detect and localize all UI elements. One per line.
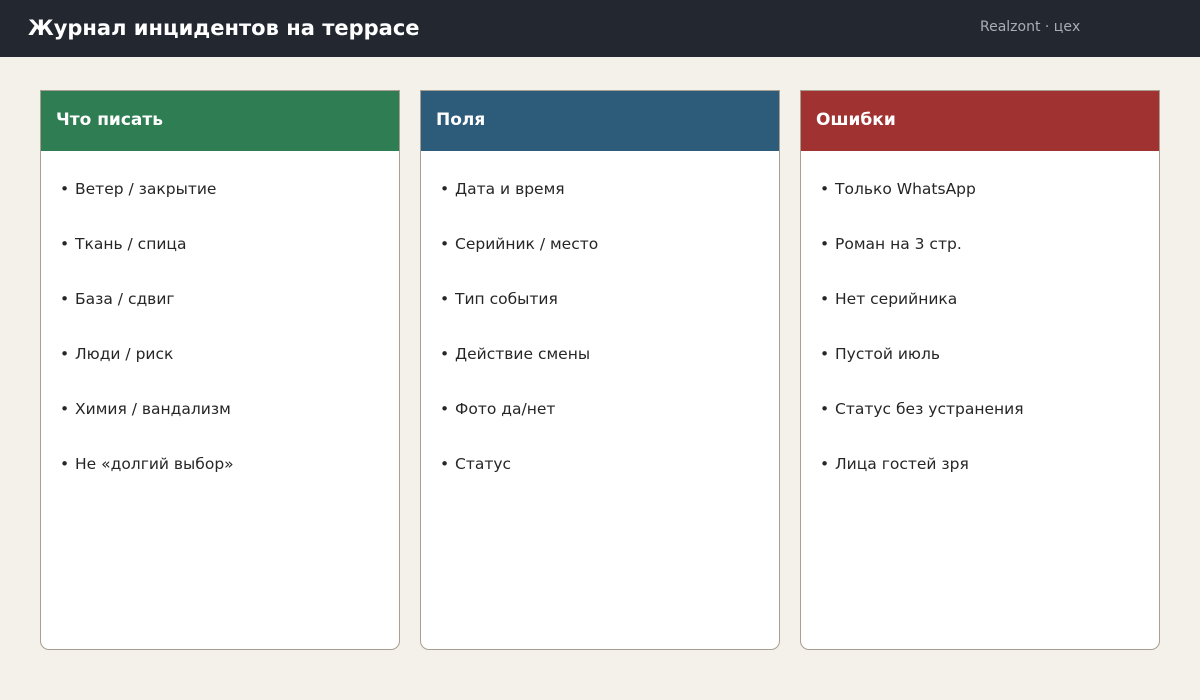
bullet-icon: •	[440, 290, 450, 308]
bullet-icon: •	[440, 235, 450, 253]
list-item-label: Статус	[455, 455, 512, 473]
list-item: • Ткань / спица	[60, 234, 234, 289]
list-item: • Действие смены	[440, 344, 598, 399]
list-item: • Тип события	[440, 289, 598, 344]
bullet-icon: •	[60, 290, 70, 308]
list-item-label: Серийник / место	[455, 235, 599, 253]
bullet-icon: •	[60, 455, 70, 473]
list-item-label: Люди / риск	[75, 345, 174, 363]
card-fields: Поля • Дата и время • Серийник / место • Ти…	[420, 90, 780, 650]
bullet-icon: •	[60, 345, 70, 363]
list-item: • Дата и время	[440, 179, 598, 234]
bullet-icon: •	[820, 290, 830, 308]
card-header: Поля	[421, 91, 779, 151]
list-item-label: Тип события	[455, 290, 558, 308]
bullet-icon: •	[60, 400, 70, 418]
bullet-icon: •	[440, 400, 450, 418]
list-item: • Нет серийника	[820, 289, 1024, 344]
list-item: • Химия / вандализм	[60, 399, 234, 454]
list-item-label: Только WhatsApp	[835, 180, 976, 198]
list-item-label: Роман на 3 стр.	[835, 235, 962, 253]
page-title: Журнал инцидентов на террасе	[28, 16, 420, 40]
list-item: • Ветер / закрытие	[60, 179, 234, 234]
list-item-label: Статус без устранения	[835, 400, 1024, 418]
card-title: Поля	[436, 110, 486, 130]
top-bar: Журнал инцидентов на террасе Realzont · …	[0, 0, 1200, 57]
list-item-label: Ткань / спица	[75, 235, 187, 253]
header-subtitle: Realzont · цех	[980, 19, 1081, 35]
card-list: • Дата и время • Серийник / место • Тип соб…	[440, 179, 598, 509]
list-item: • Статус без устранения	[820, 399, 1024, 454]
card-list: • Только WhatsApp • Роман на 3 стр. • Нет с…	[820, 179, 1024, 509]
list-item: • Статус	[440, 454, 598, 509]
list-item-label: Действие смены	[455, 345, 591, 363]
bullet-icon: •	[440, 180, 450, 198]
list-item-label: Дата и время	[455, 180, 565, 198]
list-item: • Серийник / место	[440, 234, 598, 289]
bullet-icon: •	[820, 235, 830, 253]
list-item-label: Химия / вандализм	[75, 400, 231, 418]
bullet-icon: •	[60, 180, 70, 198]
bullet-icon: •	[820, 400, 830, 418]
bullet-icon: •	[440, 345, 450, 363]
list-item-label: База / сдвиг	[75, 290, 175, 308]
card-title: Что писать	[56, 110, 163, 130]
list-item: • База / сдвиг	[60, 289, 234, 344]
bullet-icon: •	[820, 455, 830, 473]
bullet-icon: •	[60, 235, 70, 253]
card-header: Что писать	[41, 91, 399, 151]
list-item: • Фото да/нет	[440, 399, 598, 454]
list-item: • Роман на 3 стр.	[820, 234, 1024, 289]
card-what-to-write: Что писать • Ветер / закрытие • Ткань / сп…	[40, 90, 400, 650]
card-errors: Ошибки • Только WhatsApp • Роман на 3 стр.…	[800, 90, 1160, 650]
card-header: Ошибки	[801, 91, 1159, 151]
list-item: • Только WhatsApp	[820, 179, 1024, 234]
list-item: • Пустой июль	[820, 344, 1024, 399]
bullet-icon: •	[440, 455, 450, 473]
bullet-icon: •	[820, 345, 830, 363]
card-title: Ошибки	[816, 110, 896, 130]
list-item-label: Лица гостей зря	[835, 455, 969, 473]
list-item-label: Не «долгий выбор»	[75, 455, 234, 473]
card-list: • Ветер / закрытие • Ткань / спица • База /…	[60, 179, 234, 509]
list-item-label: Фото да/нет	[455, 400, 556, 418]
list-item-label: Пустой июль	[835, 345, 941, 363]
list-item: • Не «долгий выбор»	[60, 454, 234, 509]
list-item: • Лица гостей зря	[820, 454, 1024, 509]
list-item-label: Ветер / закрытие	[75, 180, 217, 198]
bullet-icon: •	[820, 180, 830, 198]
list-item-label: Нет серийника	[835, 290, 958, 308]
list-item: • Люди / риск	[60, 344, 234, 399]
